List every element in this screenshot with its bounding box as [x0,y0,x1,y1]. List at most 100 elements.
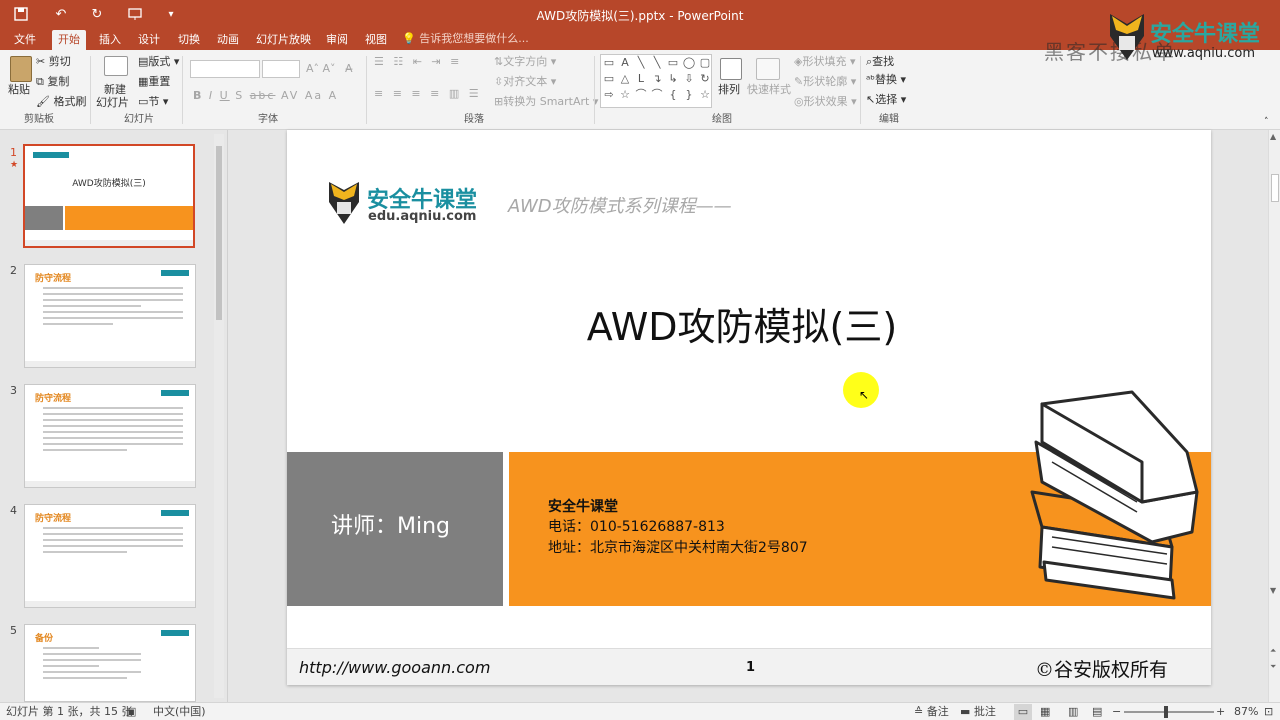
underline-button[interactable]: U [220,89,230,102]
shape-line[interactable]: ╲ [633,55,649,71]
scroll-thumb[interactable] [1271,174,1279,202]
section-button[interactable]: ▭节 ▾ [138,94,168,110]
font-color-button[interactable]: A [329,89,339,102]
tab-review[interactable]: 审阅 [320,30,354,50]
prev-slide-icon[interactable]: ⏶ [1270,646,1276,656]
list-buttons[interactable]: ☰ ☷ ⇤ ⇥ ≡ [374,54,462,70]
zoom-slider[interactable] [1124,706,1214,718]
language-indicator[interactable]: 中文(中国) [153,704,206,720]
new-slide-icon[interactable] [104,56,128,76]
reset-button[interactable]: ▦重置 [138,74,170,90]
shape-triangle[interactable]: △ [617,71,633,87]
scroll-up-icon[interactable]: ▲ [1270,132,1276,141]
quick-styles-button[interactable]: 快速样式 [747,82,791,98]
slide-sorter-icon[interactable]: ▦ [1040,704,1050,720]
clear-format-icon[interactable]: A̶ [345,61,353,77]
tab-file[interactable]: 文件 [8,30,42,50]
next-slide-icon[interactable]: ⏷ [1270,662,1276,672]
slide-canvas[interactable]: 安全牛课堂 edu.aqniu.com AWD攻防模式系列课程—— AWD攻防模… [287,130,1211,685]
shape-rectangle[interactable]: ▭ [601,55,617,71]
zoom-level[interactable]: 87% [1234,704,1258,720]
new-slide-label-2[interactable]: 幻灯片 [96,95,129,111]
strikethrough-button[interactable]: S [235,89,244,102]
align-buttons[interactable]: ≡ ≡ ≡ ≡ ▥ ☰ [374,86,482,102]
paste-icon[interactable] [10,56,32,82]
copy-button[interactable]: ⧉ 复制 [36,74,69,90]
tell-me-box[interactable]: 💡 告诉我您想要做什么... [402,30,529,48]
normal-view-icon[interactable]: ▭ [1014,704,1032,720]
shape-oval[interactable]: ◯ [681,55,697,71]
find-button[interactable]: ⌕查找 [866,54,894,70]
vertical-scrollbar[interactable]: ▲ ▼ ⏶ ⏷ [1268,130,1280,702]
shape-elbow[interactable]: L [633,71,649,87]
fit-slide-icon[interactable]: ⊡ [1264,704,1273,720]
thumbnail-slide-5[interactable]: 备份 [24,624,196,702]
arrange-button[interactable]: 排列 [718,82,740,98]
font-name-input[interactable] [190,60,260,78]
shapes-gallery[interactable]: ▭ A ╲ ╲ ▭ ◯ ▢ ▭ △ L ↴ ↳ ⇩ ↻ ⇨ ☆ ⌒ ⌒ { } … [600,54,712,108]
bold-button[interactable]: B [193,89,203,102]
footer-url[interactable]: http://www.gooann.com [299,658,490,677]
tab-home[interactable]: 开始 [52,30,86,50]
cut-button[interactable]: ✂ 剪切 [36,54,71,70]
shape-rounded-rect[interactable]: ▢ [697,55,713,71]
char-spacing-button[interactable]: AV [281,89,299,102]
slide-title[interactable]: AWD攻防模拟(三) [287,296,1197,351]
zoom-out-icon[interactable]: − [1112,704,1121,720]
shape-curved-arrow[interactable]: ↻ [697,71,713,87]
shape-arc[interactable]: ⌒ [633,87,649,103]
strikethrough-abc-button[interactable]: abc [250,89,276,102]
shape-brace-right[interactable]: } [681,87,697,103]
scroll-thumb[interactable] [216,146,222,320]
shape-arc-2[interactable]: ⌒ [649,87,665,103]
quick-styles-icon[interactable] [756,58,780,80]
tab-transitions[interactable]: 切换 [172,30,206,50]
zoom-slider-thumb[interactable] [1164,706,1168,718]
shape-connector-2[interactable]: ↳ [665,71,681,87]
thumbnail-slide-3[interactable]: 防守流程 [24,384,196,488]
replace-button[interactable]: ᵃᵇ替换 ▾ [866,72,906,88]
slideshow-icon[interactable]: ▤ [1092,704,1102,720]
shape-star[interactable]: ☆ [617,87,633,103]
spellcheck-icon[interactable]: ▣ [126,704,136,720]
tab-view[interactable]: 视图 [359,30,393,50]
lecturer-name[interactable]: 讲师：Ming [331,508,450,540]
shape-arrow-down[interactable]: ⇩ [681,71,697,87]
org-name[interactable]: 安全牛课堂 [548,496,618,516]
shape-outline-button[interactable]: ✎形状轮廓 ▾ [794,74,856,90]
format-painter-button[interactable]: 🖌 格式刷 [36,94,86,110]
thumbnail-slide-4[interactable]: 防守流程 [24,504,196,608]
tab-slideshow[interactable]: 幻灯片放映 [250,30,317,50]
zoom-in-icon[interactable]: + [1216,704,1225,720]
text-direction-button[interactable]: ⇅文字方向 ▾ [494,54,556,70]
font-grow-icon[interactable]: A˄ A˅ [306,61,336,77]
paste-button[interactable]: 粘贴 [8,82,30,98]
collapse-ribbon-icon[interactable]: ˄ [1264,114,1269,130]
shape-rect-3[interactable]: ▭ [601,71,617,87]
shape-line-2[interactable]: ╲ [649,55,665,71]
shape-connector[interactable]: ↴ [649,71,665,87]
address-text[interactable]: 地址：北京市海淀区中关村南大街2号807 [548,537,808,557]
shape-brace-left[interactable]: { [665,87,681,103]
select-button[interactable]: ↖选择 ▾ [866,92,906,108]
thumbnail-slide-2[interactable]: 防守流程 [24,264,196,368]
arrange-icon[interactable] [720,58,742,80]
phone-text[interactable]: 电话：010-51626887-813 [548,516,725,536]
reading-view-icon[interactable]: ▥ [1068,704,1078,720]
shape-star-2[interactable]: ☆ [697,87,713,103]
change-case-button[interactable]: Aa [305,89,323,102]
shape-rect-2[interactable]: ▭ [665,55,681,71]
shape-textbox[interactable]: A [617,55,633,71]
layout-button[interactable]: ▤版式 ▾ [138,54,179,70]
comments-button[interactable]: ▬ 批注 [960,704,996,720]
shape-arrow-right[interactable]: ⇨ [601,87,617,103]
tab-design[interactable]: 设计 [132,30,166,50]
tab-insert[interactable]: 插入 [93,30,127,50]
smartart-button[interactable]: ⊞转换为 SmartArt ▾ [494,94,598,110]
thumbnail-slide-1[interactable]: AWD攻防模拟(三) [23,144,195,248]
notes-button[interactable]: ≙ 备注 [914,704,949,720]
tab-animations[interactable]: 动画 [211,30,245,50]
font-format-buttons[interactable]: B I U S abc AV Aa A [193,88,338,104]
italic-button[interactable]: I [209,89,214,102]
thumbnail-scrollbar[interactable] [214,134,224,698]
